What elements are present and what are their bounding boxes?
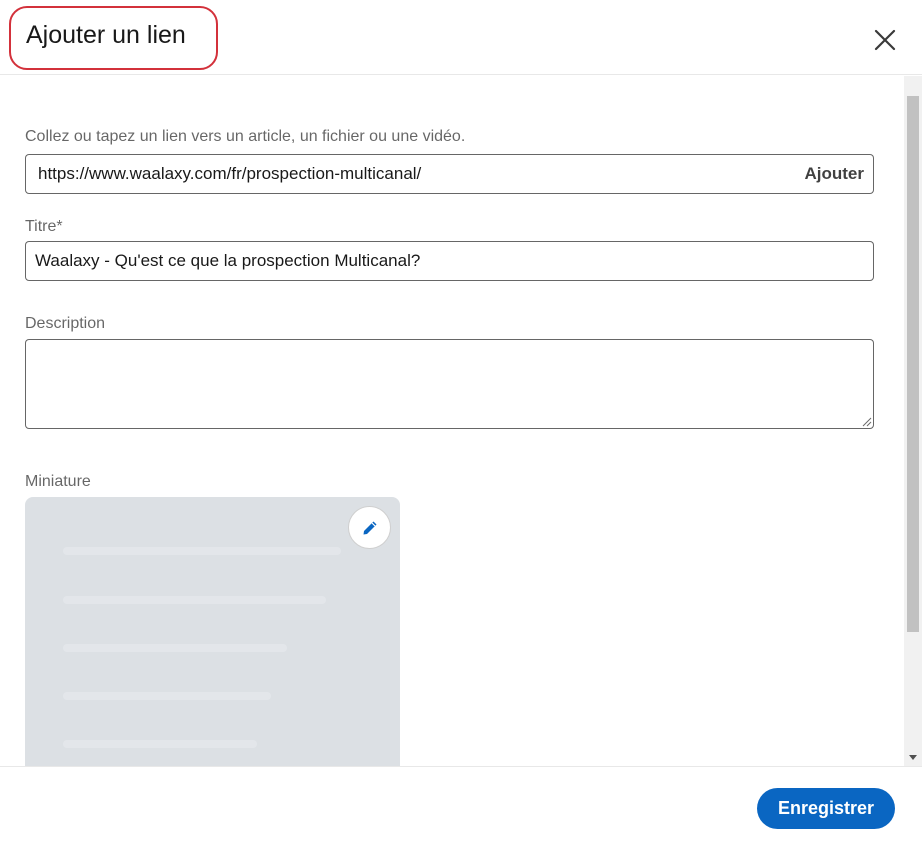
skeleton-line	[63, 644, 287, 652]
pencil-icon	[363, 521, 376, 534]
scrollbar-thumb[interactable]	[907, 96, 919, 632]
title-field[interactable]: Waalaxy - Qu'est ce que la prospection M…	[25, 241, 874, 281]
dialog-footer: Enregistrer	[0, 766, 922, 845]
dialog-body[interactable]: Collez ou tapez un lien vers un article,…	[0, 76, 904, 766]
description-label: Description	[25, 315, 106, 332]
edit-thumbnail-button[interactable]	[348, 506, 391, 549]
link-label: Collez ou tapez un lien vers un article,…	[25, 128, 466, 145]
close-button[interactable]	[866, 22, 904, 58]
link-input[interactable]: https://www.waalaxy.com/fr/prospection-m…	[38, 164, 421, 184]
scroll-down-arrow-icon[interactable]	[909, 755, 917, 760]
skeleton-line	[63, 692, 271, 700]
skeleton-line	[63, 596, 326, 604]
dialog-header: Ajouter un lien	[0, 0, 922, 75]
skeleton-line	[63, 740, 257, 748]
title-label: Titre*	[25, 218, 63, 235]
description-textarea[interactable]	[25, 339, 874, 429]
dialog-title: Ajouter un lien	[26, 21, 186, 49]
scrollbar[interactable]	[904, 76, 922, 766]
link-field[interactable]: https://www.waalaxy.com/fr/prospection-m…	[25, 154, 874, 194]
thumbnail-label: Miniature	[25, 473, 91, 490]
title-input[interactable]: Waalaxy - Qu'est ce que la prospection M…	[35, 251, 420, 271]
close-icon	[874, 29, 896, 51]
resize-grip-icon[interactable]	[862, 417, 872, 427]
save-button[interactable]: Enregistrer	[757, 788, 895, 829]
skeleton-line	[63, 547, 341, 555]
thumbnail-preview	[25, 497, 400, 766]
add-link-button[interactable]: Ajouter	[805, 164, 865, 184]
